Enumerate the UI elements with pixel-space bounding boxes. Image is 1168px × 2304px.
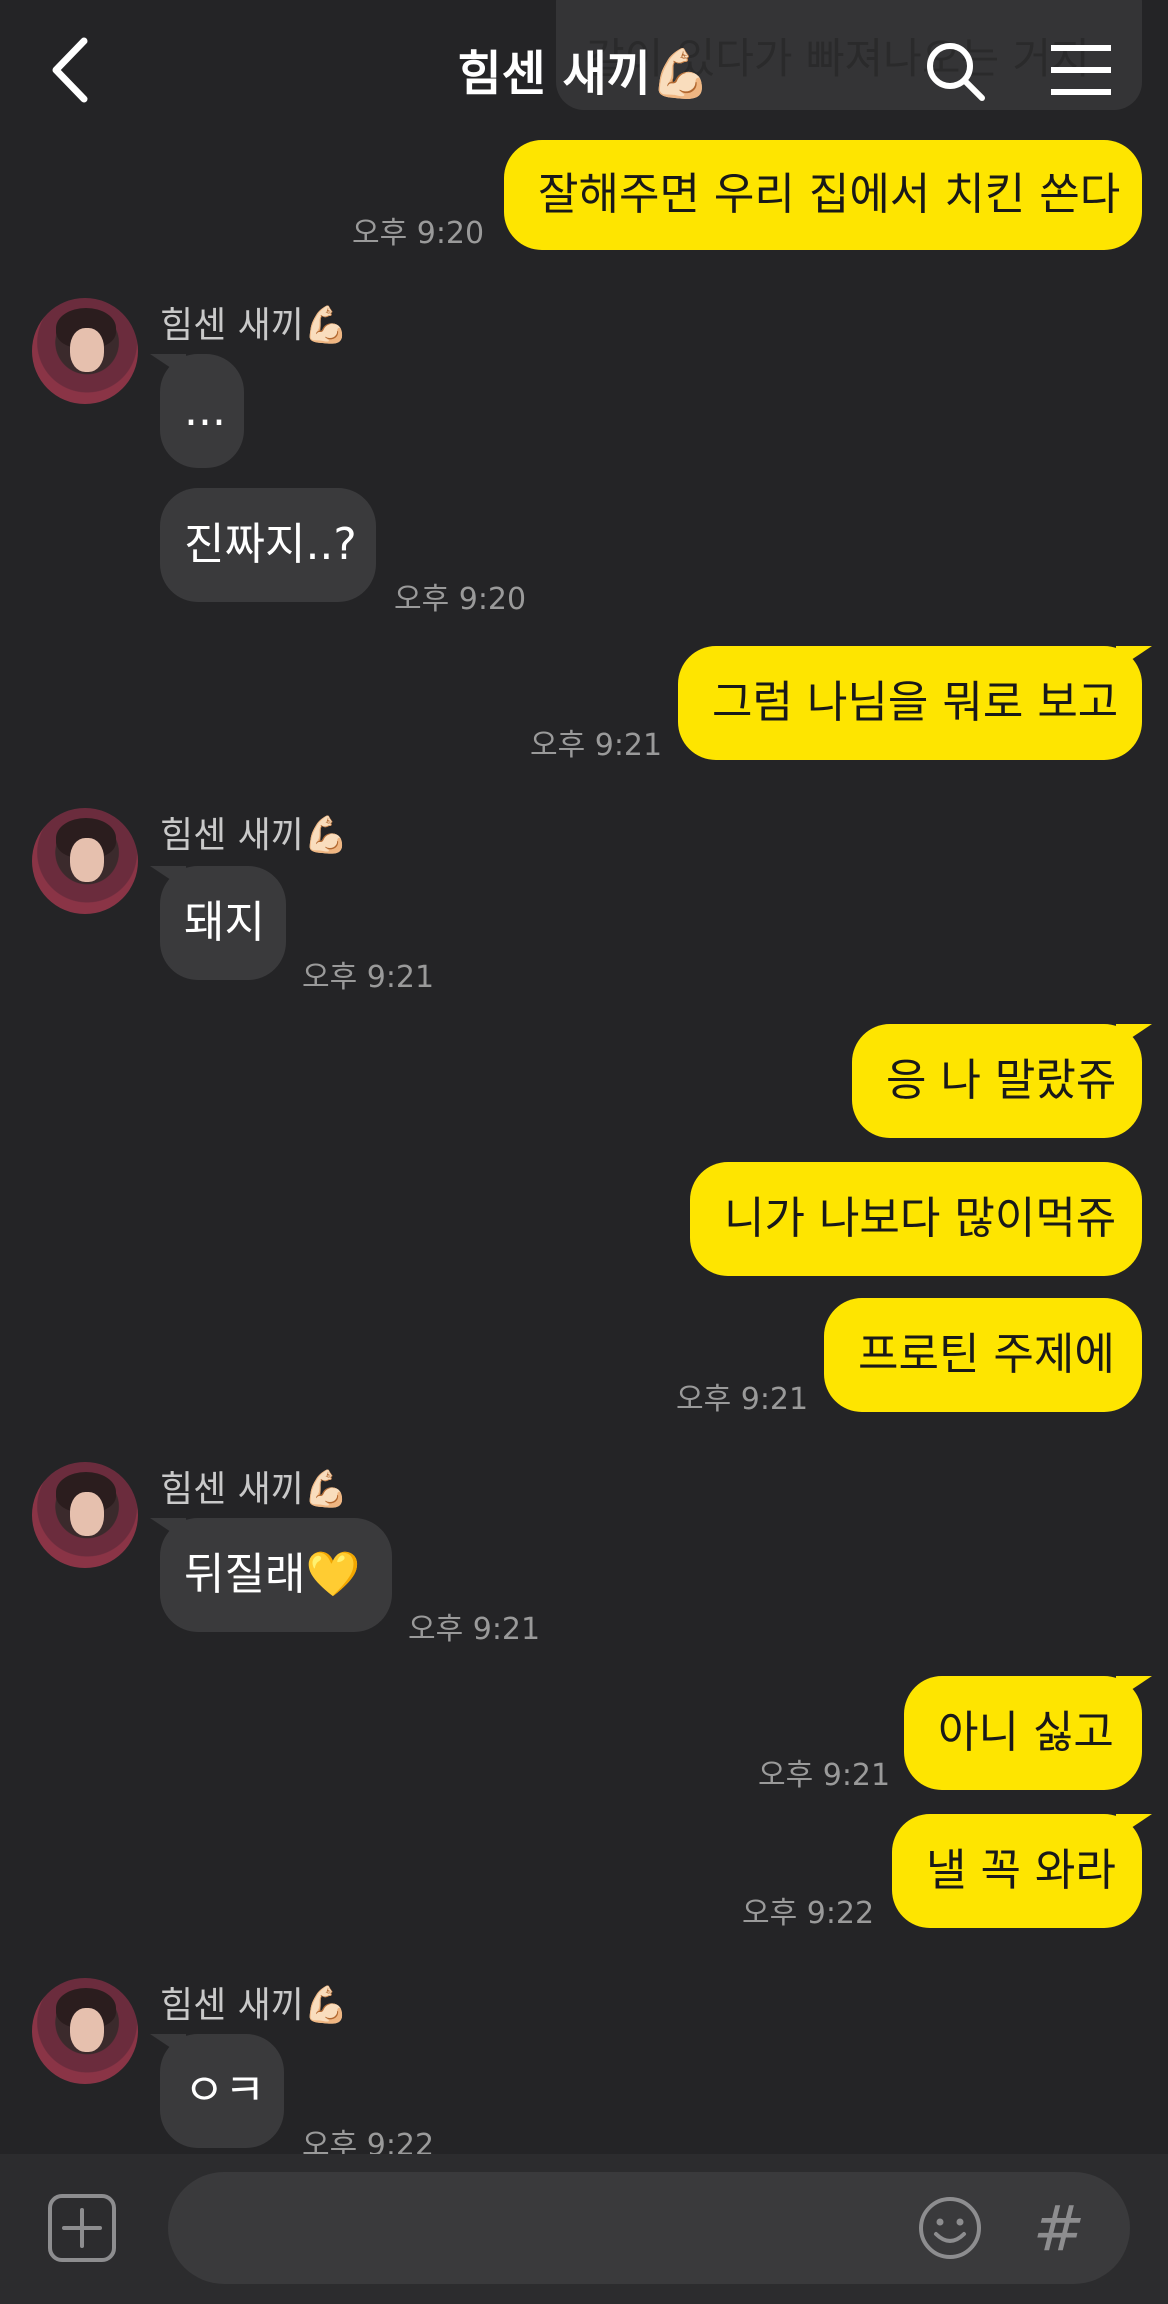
message-text: 아니 싫고 — [938, 1707, 1114, 1758]
emoji-button[interactable] — [912, 2190, 988, 2266]
message-time: 오후 9:21 — [302, 960, 435, 995]
message-text: ... — [184, 385, 226, 436]
contact-avatar[interactable] — [32, 1462, 138, 1568]
plus-icon — [48, 2194, 116, 2262]
outgoing-message[interactable]: 아니 싫고 — [904, 1676, 1152, 1790]
message-text: 니가 나보다 많이먹쥬 — [724, 1193, 1117, 1244]
outgoing-message[interactable]: 프로틴 주제에 — [824, 1298, 1142, 1412]
message-text: 응 나 말랐쥬 — [886, 1055, 1117, 1106]
incoming-message[interactable]: 뒤질래💛 — [150, 1518, 392, 1632]
message-text: 낼 꼭 와라 — [926, 1845, 1116, 1896]
message-text: 뒤질래💛 — [184, 1549, 361, 1600]
message-list[interactable]: 오후 9:20 잘해주면 우리 집에서 치킨 쏜다 힘센 새끼💪🏻 ... 진짜… — [0, 0, 1168, 2304]
incoming-message[interactable]: ... — [150, 354, 244, 468]
hashtag-button[interactable]: # — [1024, 2188, 1094, 2268]
sender-name: 힘센 새끼💪🏻 — [160, 1469, 349, 1510]
incoming-message[interactable]: 진짜지..? — [160, 488, 376, 602]
incoming-message[interactable]: ㅇㅋ — [150, 2034, 284, 2148]
outgoing-message[interactable]: 잘해주면 우리 집에서 치킨 쏜다 — [504, 140, 1142, 250]
contact-avatar[interactable] — [32, 298, 138, 404]
outgoing-message[interactable]: 낼 꼭 와라 — [892, 1814, 1152, 1928]
sender-name: 힘센 새끼💪🏻 — [160, 1985, 349, 2026]
attach-button[interactable] — [44, 2190, 120, 2266]
hashtag-icon: # — [1033, 2191, 1085, 2265]
message-input[interactable]: # — [168, 2172, 1130, 2284]
contact-avatar[interactable] — [32, 1978, 138, 2084]
contact-avatar[interactable] — [32, 808, 138, 914]
message-text: 프로틴 주제에 — [858, 1329, 1115, 1380]
outgoing-message[interactable]: 응 나 말랐쥬 — [852, 1024, 1152, 1138]
sender-name: 힘센 새끼💪🏻 — [160, 305, 349, 346]
outgoing-message[interactable]: 그럼 나님을 뭐로 보고 — [678, 646, 1152, 760]
message-time: 오후 9:20 — [352, 216, 485, 251]
emoji-icon — [919, 2197, 981, 2259]
message-time: 오후 9:21 — [408, 1612, 541, 1647]
message-time: 오후 9:22 — [742, 1896, 875, 1931]
message-time: 오후 9:21 — [676, 1382, 809, 1417]
message-time: 오후 9:20 — [394, 582, 527, 617]
message-text: 잘해주면 우리 집에서 치킨 쏜다 — [538, 169, 1121, 220]
incoming-message[interactable]: 돼지 — [150, 866, 286, 980]
input-bar: # — [0, 2154, 1168, 2304]
message-text: 진짜지..? — [184, 519, 357, 570]
message-time: 오후 9:21 — [530, 728, 663, 763]
message-time: 오후 9:21 — [758, 1758, 891, 1793]
message-text: 그럼 나님을 뭐로 보고 — [712, 677, 1119, 728]
message-text: 돼지 — [184, 897, 265, 948]
outgoing-message[interactable]: 니가 나보다 많이먹쥬 — [690, 1162, 1142, 1276]
message-text: ㅇㅋ — [184, 2065, 265, 2116]
sender-name: 힘센 새끼💪🏻 — [160, 815, 349, 856]
